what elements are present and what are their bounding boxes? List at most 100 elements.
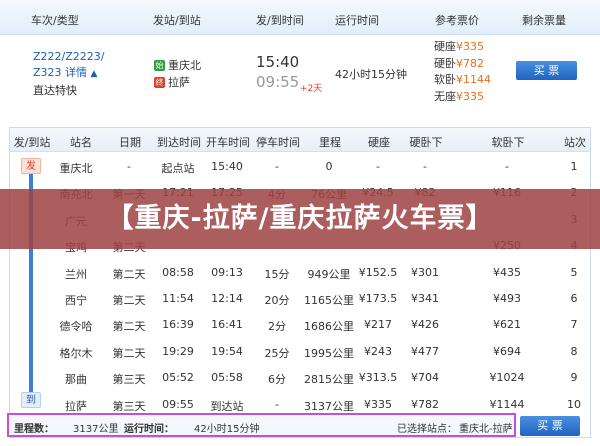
to-station: 终 拉萨 xyxy=(154,74,190,90)
stop-arrive: 16:39 xyxy=(162,318,194,332)
banner-title: 【重庆-拉萨/重庆拉萨火车票】 xyxy=(106,203,494,234)
stop-seat: ¥152.5 xyxy=(358,265,398,279)
to-station-name: 拉萨 xyxy=(168,76,190,89)
stops-col: 开车时间 xyxy=(206,136,250,149)
stop-name: 拉萨 xyxy=(65,399,87,413)
stops-col: 站次 xyxy=(564,136,586,149)
stop-stop: 25分 xyxy=(264,346,290,360)
stops-col: 停车时间 xyxy=(256,136,300,149)
stop-soft: ¥1024 xyxy=(489,371,525,385)
stops-col: 日期 xyxy=(119,136,141,149)
distance-value: 3137公里 xyxy=(73,424,119,435)
stop-seat: ¥243 xyxy=(364,344,392,358)
stop-soft: ¥621 xyxy=(493,318,521,332)
stops-col: 到达时间 xyxy=(157,136,201,149)
seat-price: ¥335 xyxy=(456,40,484,53)
train-numbers[interactable]: Z222/Z2223/ Z323 详情 ▲ xyxy=(33,49,123,82)
table-row[interactable]: 那曲 第三天 05:52 05:58 6分 2815公里 ¥313.5 ¥704 ¥1024 9 xyxy=(0,364,600,391)
from-station: 始 重庆北 xyxy=(154,57,201,73)
table-row[interactable]: 西宁 第二天 11:54 12:14 20分 1165公里 ¥173.5 ¥341 ¥493 6 xyxy=(0,285,600,312)
col-remaining: 剩余票量 xyxy=(522,14,566,27)
stop-arrive: 11:54 xyxy=(162,292,194,305)
stop-seat: ¥173.5 xyxy=(358,292,398,305)
stops-col: 硬座 xyxy=(368,136,390,149)
seat-type: 软卧 xyxy=(434,73,456,86)
stop-soft: ¥694 xyxy=(493,344,521,358)
selected-label: 已选择站点： xyxy=(397,424,457,435)
stop-hard: ¥477 xyxy=(411,344,439,358)
footer-buy-button[interactable]: 买 票 xyxy=(520,416,580,436)
stop-no: 5 xyxy=(570,265,578,279)
train-numbers-line1[interactable]: Z222/Z2223/ xyxy=(33,49,123,65)
stop-day: 第二天 xyxy=(112,346,146,360)
stop-km: 0 xyxy=(325,160,333,173)
journey-summary: 里程数： 3137公里 运行时间： 42小时15分钟 已选择站点： 重庆北-拉萨 xyxy=(7,413,516,437)
col-times: 发/到时间 xyxy=(256,14,304,27)
results-header: 车次/类型 发站/到站 发/到时间 运行时间 参考票价 剩余票量 xyxy=(0,0,600,35)
stop-hard: - xyxy=(423,160,427,173)
from-station-name: 重庆北 xyxy=(168,59,201,72)
col-train-type: 车次/类型 xyxy=(31,14,79,27)
stop-no: 6 xyxy=(570,292,578,305)
buy-ticket-button[interactable]: 买 票 xyxy=(516,61,577,80)
table-row[interactable]: 格尔木 第二天 19:29 19:54 25分 1995公里 ¥243 ¥477 ¥694 8 xyxy=(0,338,600,365)
stop-stop: 6分 xyxy=(268,373,286,387)
train-summary-row: Z222/Z2223/ Z323 详情 ▲ 直达特快 始 重庆北 终 拉萨 15… xyxy=(0,35,600,113)
stop-km: 949公里 xyxy=(307,267,351,281)
stop-km: 1995公里 xyxy=(304,346,354,360)
stop-depart: 15:40 xyxy=(211,160,243,173)
stop-stop: 15分 xyxy=(264,267,290,281)
stop-day: 第三天 xyxy=(112,399,146,413)
stop-arrive: 08:58 xyxy=(162,265,194,279)
stop-hard: ¥341 xyxy=(411,292,439,305)
title-banner: 【重庆-拉萨/重庆拉萨火车票】 xyxy=(0,189,600,249)
stop-day: 第二天 xyxy=(112,267,146,281)
stop-stop: - xyxy=(275,160,279,173)
stop-name: 兰州 xyxy=(65,267,87,281)
table-row[interactable]: 德令哈 第二天 16:39 16:41 2分 1686公里 ¥217 ¥426 ¥621 7 xyxy=(0,311,600,338)
stop-stop: 2分 xyxy=(268,320,286,334)
price-list: 硬座¥335 硬卧¥782 软卧¥1144 无座¥335 xyxy=(434,39,491,105)
stops-col: 站名 xyxy=(70,136,92,149)
stop-hard: ¥426 xyxy=(411,318,439,332)
train-numbers-line2[interactable]: Z323 xyxy=(33,66,62,79)
arrive-time: 09:55 xyxy=(256,73,300,91)
stop-day: 第二天 xyxy=(112,320,146,334)
detail-link[interactable]: 详情 xyxy=(65,66,87,79)
stop-name: 那曲 xyxy=(65,373,87,387)
table-row[interactable]: 重庆北 - 起点站 15:40 - 0 - - - 1 xyxy=(0,153,600,180)
stop-hard: ¥704 xyxy=(411,371,439,385)
price-row: 无座¥335 xyxy=(434,89,491,106)
stop-name: 德令哈 xyxy=(59,320,93,334)
stop-day: 第二天 xyxy=(112,294,146,307)
start-badge-icon: 始 xyxy=(154,59,165,71)
seat-type: 无座 xyxy=(434,89,456,103)
table-row[interactable]: 兰州 第二天 08:58 09:13 15分 949公里 ¥152.5 ¥301 ¥435 5 xyxy=(0,259,600,286)
stop-arrive: 09:55 xyxy=(162,397,194,411)
train-type: 直达特快 xyxy=(33,84,77,97)
stops-col: 软卧下 xyxy=(491,136,525,149)
stop-name: 重庆北 xyxy=(59,162,93,175)
stop-soft: ¥493 xyxy=(493,292,521,305)
stop-soft: ¥1144 xyxy=(489,397,525,411)
stop-soft: ¥435 xyxy=(493,265,521,279)
stop-hard: ¥782 xyxy=(411,397,439,411)
stop-hard: ¥301 xyxy=(411,265,439,279)
col-duration: 运行时间 xyxy=(335,14,379,27)
stop-seat: ¥335 xyxy=(364,397,392,411)
depart-time: 15:40 xyxy=(256,53,300,71)
runtime-label: 运行时间： xyxy=(124,424,174,435)
stop-soft: - xyxy=(505,160,509,173)
stop-km: 3137公里 xyxy=(304,399,354,413)
stop-day: - xyxy=(127,160,131,173)
stop-day: 第三天 xyxy=(112,373,146,387)
seat-price: ¥335 xyxy=(456,89,484,103)
seat-price: ¥782 xyxy=(456,56,484,70)
stops-col: 里程 xyxy=(319,136,341,149)
stops-col: 硬卧下 xyxy=(409,136,443,149)
chevron-up-icon[interactable]: ▲ xyxy=(91,69,98,79)
stop-km: 1686公里 xyxy=(304,320,354,334)
stop-depart: 16:41 xyxy=(211,318,243,332)
end-badge-icon: 终 xyxy=(154,76,165,88)
stop-name: 西宁 xyxy=(65,294,87,307)
